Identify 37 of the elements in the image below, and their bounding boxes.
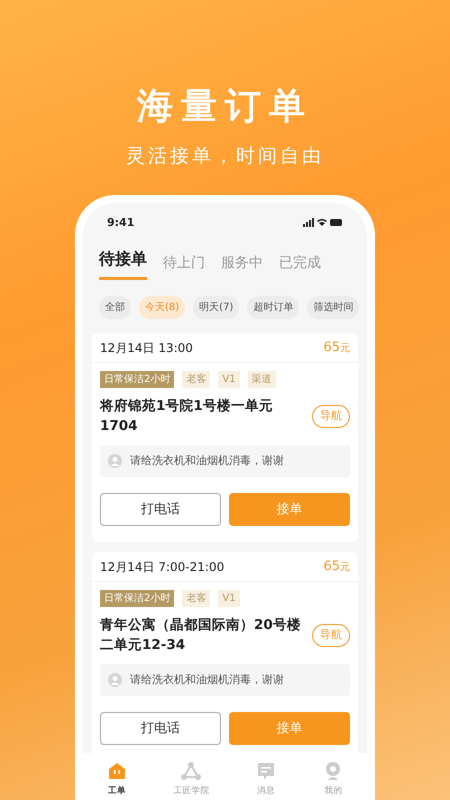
accept-button[interactable]: 接单 <box>229 493 350 526</box>
filter-chip[interactable]: 明天(7) <box>193 296 240 319</box>
tab[interactable]: 待接单 <box>99 247 147 280</box>
note-text: 请给洗衣机和油烟机消毒，谢谢 <box>130 452 284 468</box>
nav-tab[interactable]: 工匠学院 <box>173 761 210 798</box>
filter-chip[interactable]: 筛选时间 <box>307 296 360 319</box>
order-address: 青年公寓（晶都国际南）20号楼二单元12-34 <box>100 616 302 656</box>
order-tag: 老客 <box>182 371 210 388</box>
order-address: 将府锦苑1号院1号楼一单元1704 <box>100 397 274 436</box>
status-time: 9:41 <box>107 214 134 230</box>
order-price: 65元 <box>323 558 350 576</box>
navigate-button[interactable]: 导航 <box>312 405 350 428</box>
order-tag: 渠道 <box>248 371 276 388</box>
navigate-button[interactable]: 导航 <box>312 624 350 646</box>
order-tag: 日常保洁2小时 <box>100 371 174 388</box>
call-button[interactable]: 打电话 <box>100 712 222 745</box>
note-text: 请给洗衣机和油烟机消毒，谢谢 <box>130 672 284 688</box>
order-price: 65元 <box>323 338 350 357</box>
headline: 海量订单 <box>136 85 314 129</box>
order-tag: V1 <box>218 371 240 388</box>
nav-tab[interactable]: 我的 <box>322 761 344 798</box>
order-tag: 老客 <box>182 590 210 607</box>
filter-chip[interactable]: 全部 <box>99 296 131 319</box>
filter-chip[interactable]: 今天(8) <box>139 296 186 319</box>
order-tag: 日常保洁2小时 <box>100 590 174 607</box>
subheadline: 灵活接单，时间自由 <box>125 144 325 169</box>
tab[interactable]: 已完成 <box>279 253 321 280</box>
order-time: 12月14日 13:00 <box>100 340 193 356</box>
tab[interactable]: 服务中 <box>221 253 263 280</box>
call-button[interactable]: 打电话 <box>100 493 222 526</box>
order-tag: V1 <box>218 590 240 607</box>
accept-button[interactable]: 接单 <box>229 712 350 745</box>
tab[interactable]: 待上门 <box>163 253 205 280</box>
order-time: 12月14日 7:00-21:00 <box>100 558 224 576</box>
nav-tab[interactable]: 消息 <box>254 761 277 798</box>
nav-tab[interactable]: 工单 <box>106 761 128 798</box>
filter-chip[interactable]: 超时订单 <box>247 296 300 319</box>
